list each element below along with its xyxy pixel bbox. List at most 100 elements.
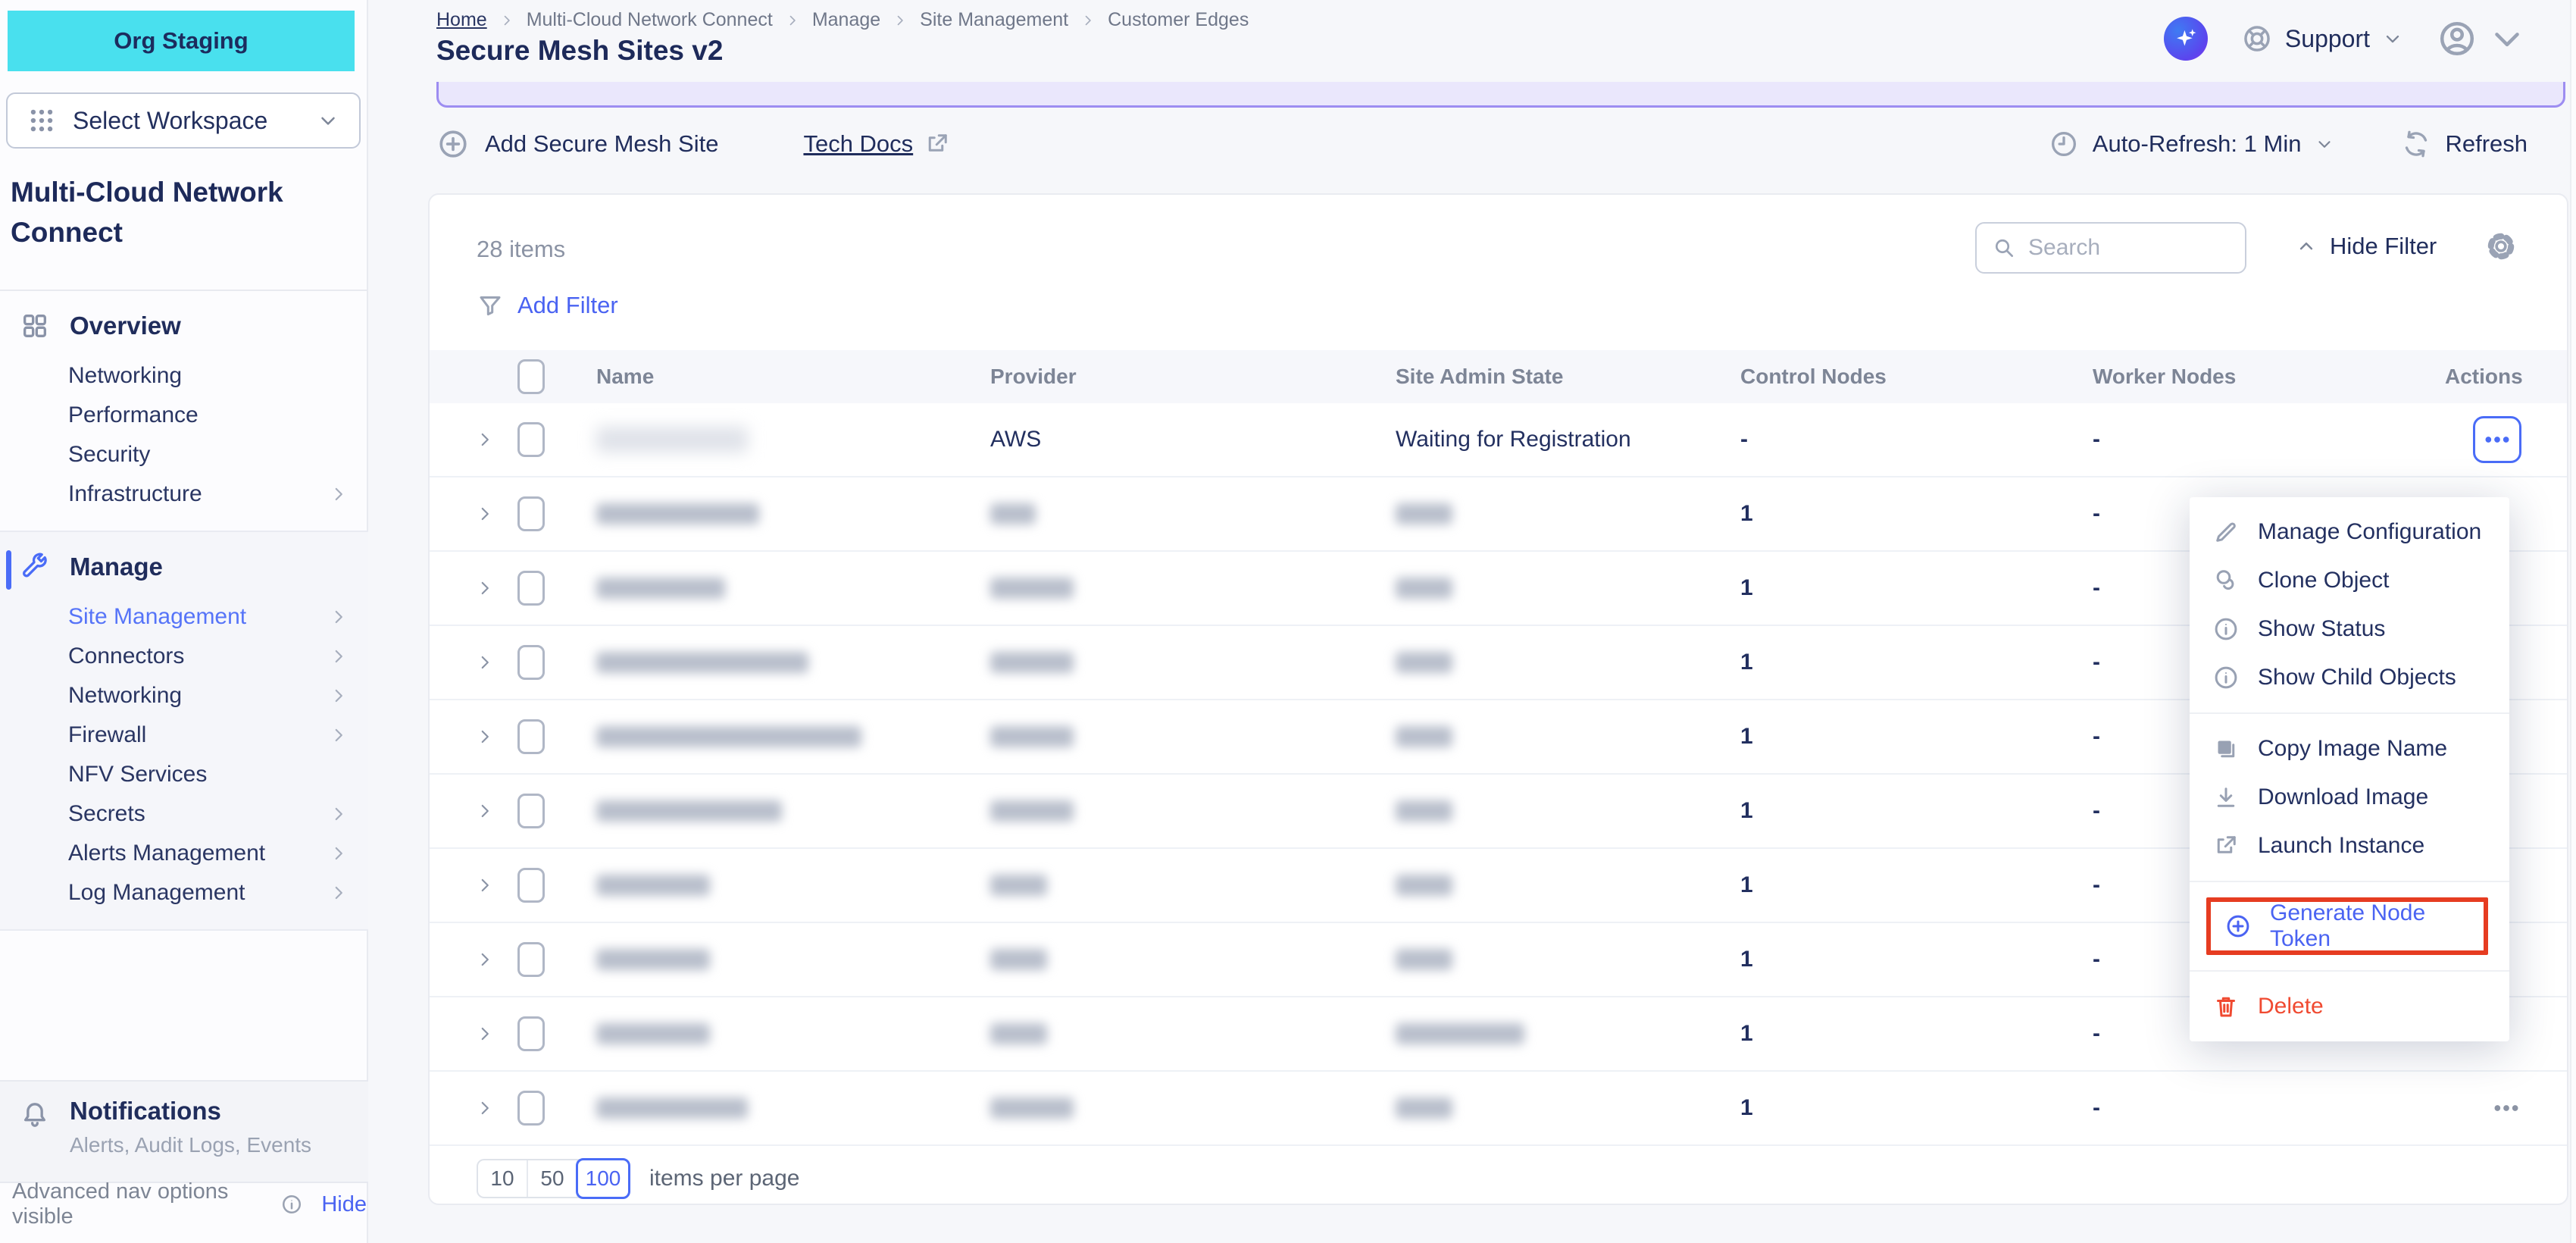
redacted-provider: [990, 1097, 1074, 1119]
row-checkbox[interactable]: [517, 496, 545, 531]
nav-item-label: Firewall: [68, 722, 146, 748]
cell-provider: [990, 503, 1396, 524]
breadcrumb-item[interactable]: Home: [436, 9, 487, 31]
redacted-provider: [990, 726, 1074, 747]
chevron-right-icon: [329, 883, 349, 903]
scrollbar-gutter[interactable]: [2570, 0, 2576, 1243]
hide-filter-toggle[interactable]: Hide Filter: [2295, 233, 2437, 260]
expand-row-icon[interactable]: [475, 578, 495, 598]
sidebar-item-connectors[interactable]: Connectors: [0, 637, 368, 676]
sidebar-item-firewall[interactable]: Firewall: [0, 715, 368, 755]
info-icon: [2212, 615, 2240, 643]
nav-section-title-manage[interactable]: Manage: [0, 546, 368, 588]
row-checkbox[interactable]: [517, 719, 545, 754]
row-checkbox[interactable]: [517, 571, 545, 606]
redacted-provider: [990, 1023, 1047, 1044]
sidebar-item-performance[interactable]: Performance: [0, 396, 368, 435]
redacted-state: [1396, 1097, 1452, 1119]
product-title: Multi-Cloud Network Connect: [11, 173, 336, 252]
sidebar-item-alerts-management[interactable]: Alerts Management: [0, 834, 368, 873]
expand-row-icon[interactable]: [475, 504, 495, 524]
tech-docs-link[interactable]: Tech Docs: [803, 130, 951, 158]
chevron-down-icon: [2382, 28, 2403, 49]
expand-row-icon[interactable]: [475, 1098, 495, 1118]
page-size-50[interactable]: 50: [528, 1160, 578, 1197]
sidebar-item-notifications[interactable]: Notifications Alerts, Audit Logs, Events: [0, 1080, 368, 1183]
hide-advanced-nav-link[interactable]: Hide: [321, 1192, 367, 1217]
row-checkbox[interactable]: [517, 422, 545, 457]
clone-icon: [2212, 567, 2240, 594]
expand-row-icon[interactable]: [475, 1024, 495, 1044]
menu-item-copy-image-name[interactable]: Copy Image Name: [2190, 725, 2509, 773]
chevron-right-icon: [1080, 13, 1096, 28]
row-actions-button[interactable]: [2491, 1093, 2521, 1123]
cell-name: [596, 800, 990, 822]
breadcrumb-item[interactable]: Site Management: [920, 9, 1068, 31]
workspace-selector[interactable]: Select Workspace: [6, 92, 361, 149]
menu-item-generate-node-token[interactable]: Generate Node Token: [2206, 897, 2488, 955]
menu-item-launch-instance[interactable]: Launch Instance: [2190, 822, 2509, 870]
checkbox-cell: [517, 422, 596, 457]
menu-item-download-image[interactable]: Download Image: [2190, 773, 2509, 822]
breadcrumb-item[interactable]: Customer Edges: [1108, 9, 1249, 31]
row-checkbox[interactable]: [517, 868, 545, 903]
menu-item-clone-object[interactable]: Clone Object: [2190, 556, 2509, 605]
add-button-label: Add Secure Mesh Site: [485, 130, 718, 158]
checkbox-cell: [517, 571, 596, 606]
cell-name: [596, 949, 990, 970]
refresh-label: Refresh: [2445, 130, 2528, 158]
expand-row-icon[interactable]: [475, 653, 495, 672]
add-secure-mesh-site-button[interactable]: Add Secure Mesh Site: [436, 127, 718, 161]
support-menu[interactable]: Support: [2241, 23, 2403, 55]
sidebar-item-secrets[interactable]: Secrets: [0, 794, 368, 834]
search-input[interactable]: [2028, 235, 2230, 261]
sidebar-item-networking[interactable]: Networking: [0, 356, 368, 396]
redacted-provider: [990, 875, 1047, 896]
refresh-button[interactable]: Refresh: [2401, 129, 2528, 159]
header-right: Support: [2164, 17, 2528, 61]
select-all-checkbox[interactable]: [517, 359, 545, 394]
row-checkbox[interactable]: [517, 942, 545, 977]
breadcrumb-item[interactable]: Manage: [812, 9, 880, 31]
account-menu[interactable]: [2437, 18, 2528, 59]
chevron-right-icon: [893, 13, 908, 28]
breadcrumb-item[interactable]: Multi-Cloud Network Connect: [527, 9, 773, 31]
row-checkbox[interactable]: [517, 794, 545, 828]
sidebar-item-security[interactable]: Security: [0, 435, 368, 474]
caret-up-icon: [2295, 235, 2318, 258]
bell-icon: [20, 1100, 50, 1130]
sidebar-nav: OverviewNetworkingPerformanceSecurityInf…: [0, 291, 368, 931]
cell-site-admin-state: [1396, 578, 1740, 599]
cell-name: [596, 875, 990, 896]
gear-icon[interactable]: [2484, 230, 2518, 263]
row-checkbox[interactable]: [517, 1091, 545, 1126]
row-checkbox[interactable]: [517, 645, 545, 680]
expand-row-icon[interactable]: [475, 727, 495, 747]
sidebar-item-networking[interactable]: Networking: [0, 676, 368, 715]
page-size-10[interactable]: 10: [478, 1160, 528, 1197]
chevron-right-icon: [785, 13, 800, 28]
expand-row-icon[interactable]: [475, 801, 495, 821]
org-banner[interactable]: Org Staging: [8, 11, 355, 71]
auto-refresh-dropdown[interactable]: Auto-Refresh: 1 Min: [2049, 129, 2335, 159]
row-actions-button-active[interactable]: [2473, 416, 2521, 463]
page-size-100[interactable]: 100: [576, 1158, 630, 1199]
nav-section-title-overview[interactable]: Overview: [0, 305, 368, 347]
row-checkbox[interactable]: [517, 1016, 545, 1051]
menu-item-delete[interactable]: Delete: [2190, 982, 2509, 1031]
menu-group: Copy Image NameDownload ImageLaunch Inst…: [2190, 712, 2509, 881]
expand-row-icon[interactable]: [475, 430, 495, 449]
menu-item-show-status[interactable]: Show Status: [2190, 605, 2509, 653]
add-filter-button[interactable]: Add Filter: [477, 292, 618, 319]
sidebar-item-nfv-services[interactable]: NFV Services: [0, 755, 368, 794]
menu-item-show-child-objects[interactable]: Show Child Objects: [2190, 653, 2509, 702]
sidebar-item-site-management[interactable]: Site Management: [0, 597, 368, 637]
nav-item-label: Security: [68, 442, 150, 468]
sidebar-item-log-management[interactable]: Log Management: [0, 873, 368, 913]
sidebar-item-infrastructure[interactable]: Infrastructure: [0, 474, 368, 514]
expand-row-icon[interactable]: [475, 950, 495, 969]
menu-item-manage-configuration[interactable]: Manage Configuration: [2190, 508, 2509, 556]
ai-assistant-button[interactable]: [2164, 17, 2208, 61]
nav-section-overview: Overview NetworkingPerformance Security Inf…: [0, 291, 368, 531]
expand-row-icon[interactable]: [475, 875, 495, 895]
